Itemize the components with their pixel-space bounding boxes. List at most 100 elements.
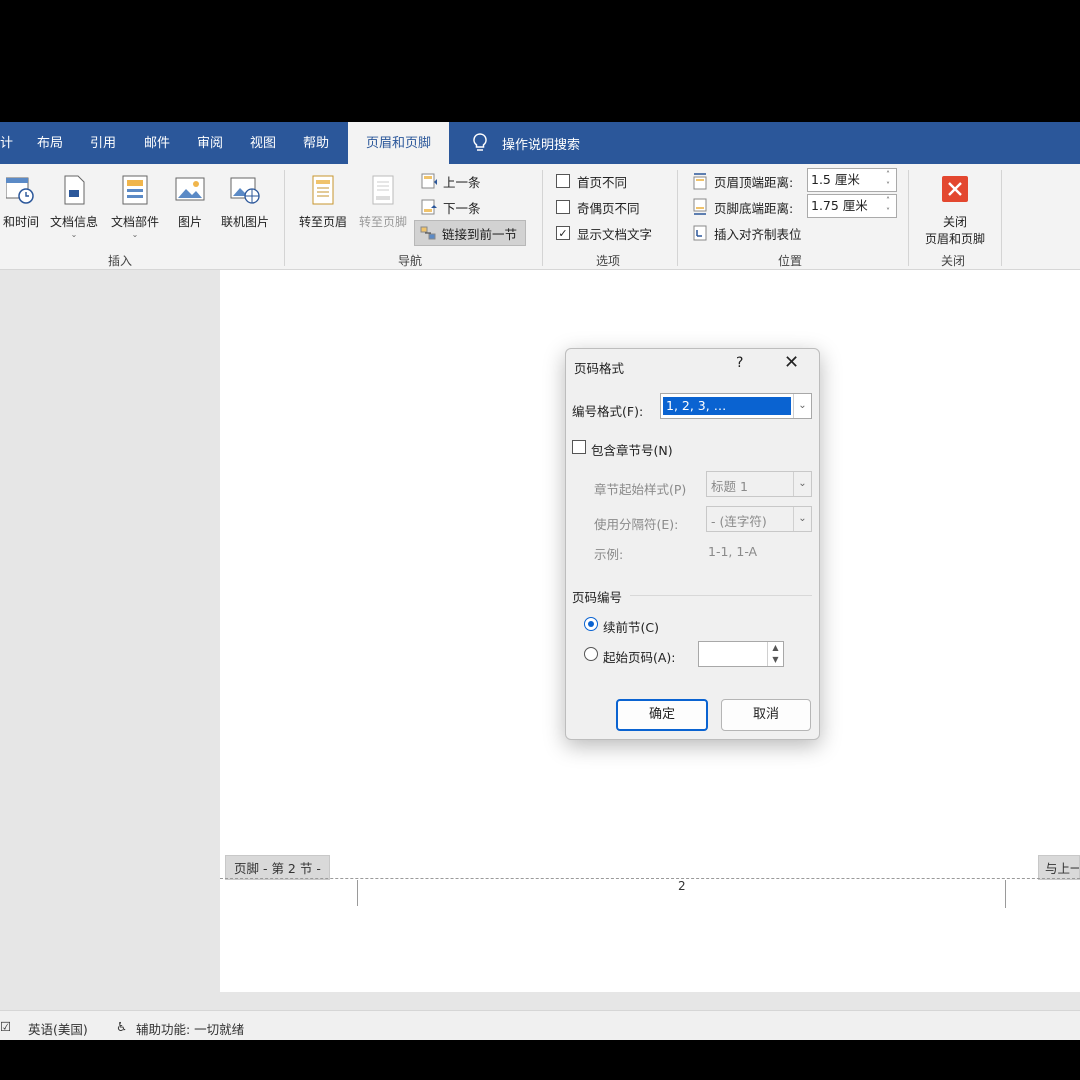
spinner-arrows-icon[interactable]: ˄ ˅ — [882, 195, 894, 217]
dialog-title: 页码格式 — [574, 361, 625, 376]
close-x-icon — [942, 176, 968, 202]
tab-header-footer[interactable]: 页眉和页脚 — [348, 122, 450, 164]
alignment-tab-icon — [693, 225, 707, 241]
pictures-button[interactable]: 图片 — [170, 172, 210, 230]
chevron-down-icon[interactable]: ⌄ — [793, 472, 811, 496]
search-label: 操作说明搜索 — [502, 137, 581, 153]
chevron-down-icon[interactable]: ⌄ — [793, 507, 811, 531]
start-at-input[interactable]: ▲ ▼ — [698, 641, 784, 667]
link-to-previous-label: 链接到前一节 — [442, 226, 518, 242]
position-group-label: 位置 — [778, 254, 803, 268]
spinner-arrows-icon[interactable]: ˄ ˅ — [882, 169, 894, 191]
goto-header-label: 转至页眉 — [298, 215, 347, 229]
tab-review[interactable]: 审阅 — [197, 122, 223, 164]
header-position-icon — [693, 173, 707, 190]
header-top-input[interactable]: 1.5 厘米 ˄ ˅ — [807, 168, 897, 192]
separator-select[interactable]: - (连字符) ⌄ — [706, 506, 812, 532]
continue-radio[interactable] — [584, 617, 598, 631]
separator-value: - (连字符) — [711, 514, 767, 529]
language-status[interactable]: 英语(美国) — [28, 1019, 88, 1038]
example-value: 1-1, 1-A — [708, 544, 758, 559]
chapter-style-value: 标题 1 — [711, 479, 748, 494]
include-chapter-label: 包含章节号(N) — [591, 443, 673, 458]
online-pictures-label: 联机图片 — [220, 215, 269, 229]
close-line2-label: 页眉和页脚 — [924, 232, 985, 246]
separator-label: 使用分隔符(E): — [594, 517, 679, 532]
goto-footer-button[interactable]: 转至页脚 — [354, 172, 412, 230]
tab-mailings[interactable]: 邮件 — [144, 122, 170, 164]
checkbox-unchecked — [556, 174, 570, 188]
ribbon: 和时间 文档信息 ⌄ 文档部件 ⌄ 图片 联机图片 插入 转至页眉 转至页脚 上… — [0, 164, 1080, 270]
goto-footer-label: 转至页脚 — [358, 215, 407, 229]
goto-footer-icon — [372, 175, 394, 205]
insert-group-label: 插入 — [108, 254, 133, 268]
footer-boundary-line — [220, 878, 1080, 879]
group-divider — [284, 170, 285, 266]
chapter-style-label: 章节起始样式(P) — [594, 482, 687, 497]
date-time-button[interactable]: 和时间 — [0, 172, 42, 230]
navigation-group-label: 导航 — [398, 254, 423, 268]
pictures-label: 图片 — [177, 215, 202, 229]
insert-alignment-tab-label: 插入对齐制表位 — [714, 226, 802, 242]
date-time-label: 和时间 — [2, 215, 39, 229]
online-picture-icon — [230, 177, 260, 204]
tab-layout[interactable]: 布局 — [37, 122, 63, 164]
same-as-previous-tag: 与上一 — [1038, 855, 1080, 880]
include-chapter-checkbox[interactable] — [572, 440, 586, 454]
footer-bottom-distance: 页脚底端距离: — [691, 196, 793, 218]
tell-me-search[interactable]: 操作说明搜索 — [472, 122, 580, 164]
group-divider — [1001, 170, 1002, 266]
goto-header-button[interactable]: 转至页眉 — [294, 172, 352, 230]
next-button[interactable]: 下一条 — [420, 196, 481, 218]
footer-position-icon — [693, 198, 707, 215]
chapter-style-select[interactable]: 标题 1 ⌄ — [706, 471, 812, 497]
close-header-footer-button[interactable]: 关闭 页眉和页脚 — [916, 172, 994, 247]
number-format-label: 编号格式(F): — [572, 404, 644, 419]
number-format-value: 1, 2, 3, … — [663, 397, 791, 415]
accessibility-status[interactable]: 辅助功能: 一切就绪 — [136, 1019, 244, 1038]
footer-bottom-input[interactable]: 1.75 厘米 ˄ ˅ — [807, 194, 897, 218]
show-document-text-checkbox[interactable]: ✓ 显示文档文字 — [556, 222, 652, 244]
accessibility-icon: ♿ — [116, 1019, 128, 1034]
help-button[interactable]: ? — [736, 355, 743, 371]
tab-references[interactable]: 引用 — [90, 122, 116, 164]
page-number-field[interactable]: 2 — [678, 879, 686, 893]
next-section-icon — [421, 199, 437, 215]
link-to-previous-button[interactable]: 链接到前一节 — [414, 220, 527, 246]
page-numbering-section-label: 页码编号 — [572, 590, 623, 605]
start-at-label: 起始页码(A): — [603, 650, 676, 665]
document-info-button[interactable]: 文档信息 ⌄ — [46, 172, 102, 239]
lightbulb-icon — [473, 133, 487, 151]
different-first-page-label: 首页不同 — [577, 174, 628, 190]
different-odd-even-checkbox[interactable]: 奇偶页不同 — [556, 196, 640, 218]
close-line1-label: 关闭 — [942, 215, 967, 229]
ok-button[interactable]: 确定 — [616, 699, 708, 731]
link-icon — [420, 226, 436, 240]
tab-design-partial[interactable]: 计 — [0, 122, 13, 164]
group-divider — [677, 170, 678, 266]
checkmark-icon: ✓ — [556, 226, 570, 240]
chevron-down-icon[interactable]: ⌄ — [793, 394, 811, 418]
insert-alignment-tab-button[interactable]: 插入对齐制表位 — [691, 222, 802, 244]
different-odd-even-label: 奇偶页不同 — [577, 200, 640, 216]
spinner-arrows-icon[interactable]: ▲ ▼ — [767, 642, 783, 666]
online-pictures-button[interactable]: 联机图片 — [216, 172, 274, 230]
quick-parts-button[interactable]: 文档部件 ⌄ — [106, 172, 164, 239]
show-document-text-label: 显示文档文字 — [577, 226, 653, 242]
document-info-label: 文档信息 — [49, 215, 98, 229]
start-at-radio[interactable] — [584, 647, 598, 661]
group-divider — [908, 170, 909, 266]
margin-corner-mark — [1005, 880, 1035, 908]
checkbox-unchecked — [556, 200, 570, 214]
previous-button[interactable]: 上一条 — [420, 170, 481, 192]
cancel-button[interactable]: 取消 — [721, 699, 811, 731]
number-format-select[interactable]: 1, 2, 3, … ⌄ — [660, 393, 812, 419]
ribbon-tab-bar: 计 布局 引用 邮件 审阅 视图 帮助 页眉和页脚 操作说明搜索 — [0, 122, 1080, 164]
previous-label: 上一条 — [443, 174, 481, 190]
tab-view[interactable]: 视图 — [250, 122, 276, 164]
close-icon[interactable]: ✕ — [784, 352, 799, 373]
margin-corner-mark — [340, 880, 358, 906]
tab-help[interactable]: 帮助 — [303, 122, 329, 164]
different-first-page-checkbox[interactable]: 首页不同 — [556, 170, 627, 192]
continue-label: 续前节(C) — [603, 620, 659, 635]
